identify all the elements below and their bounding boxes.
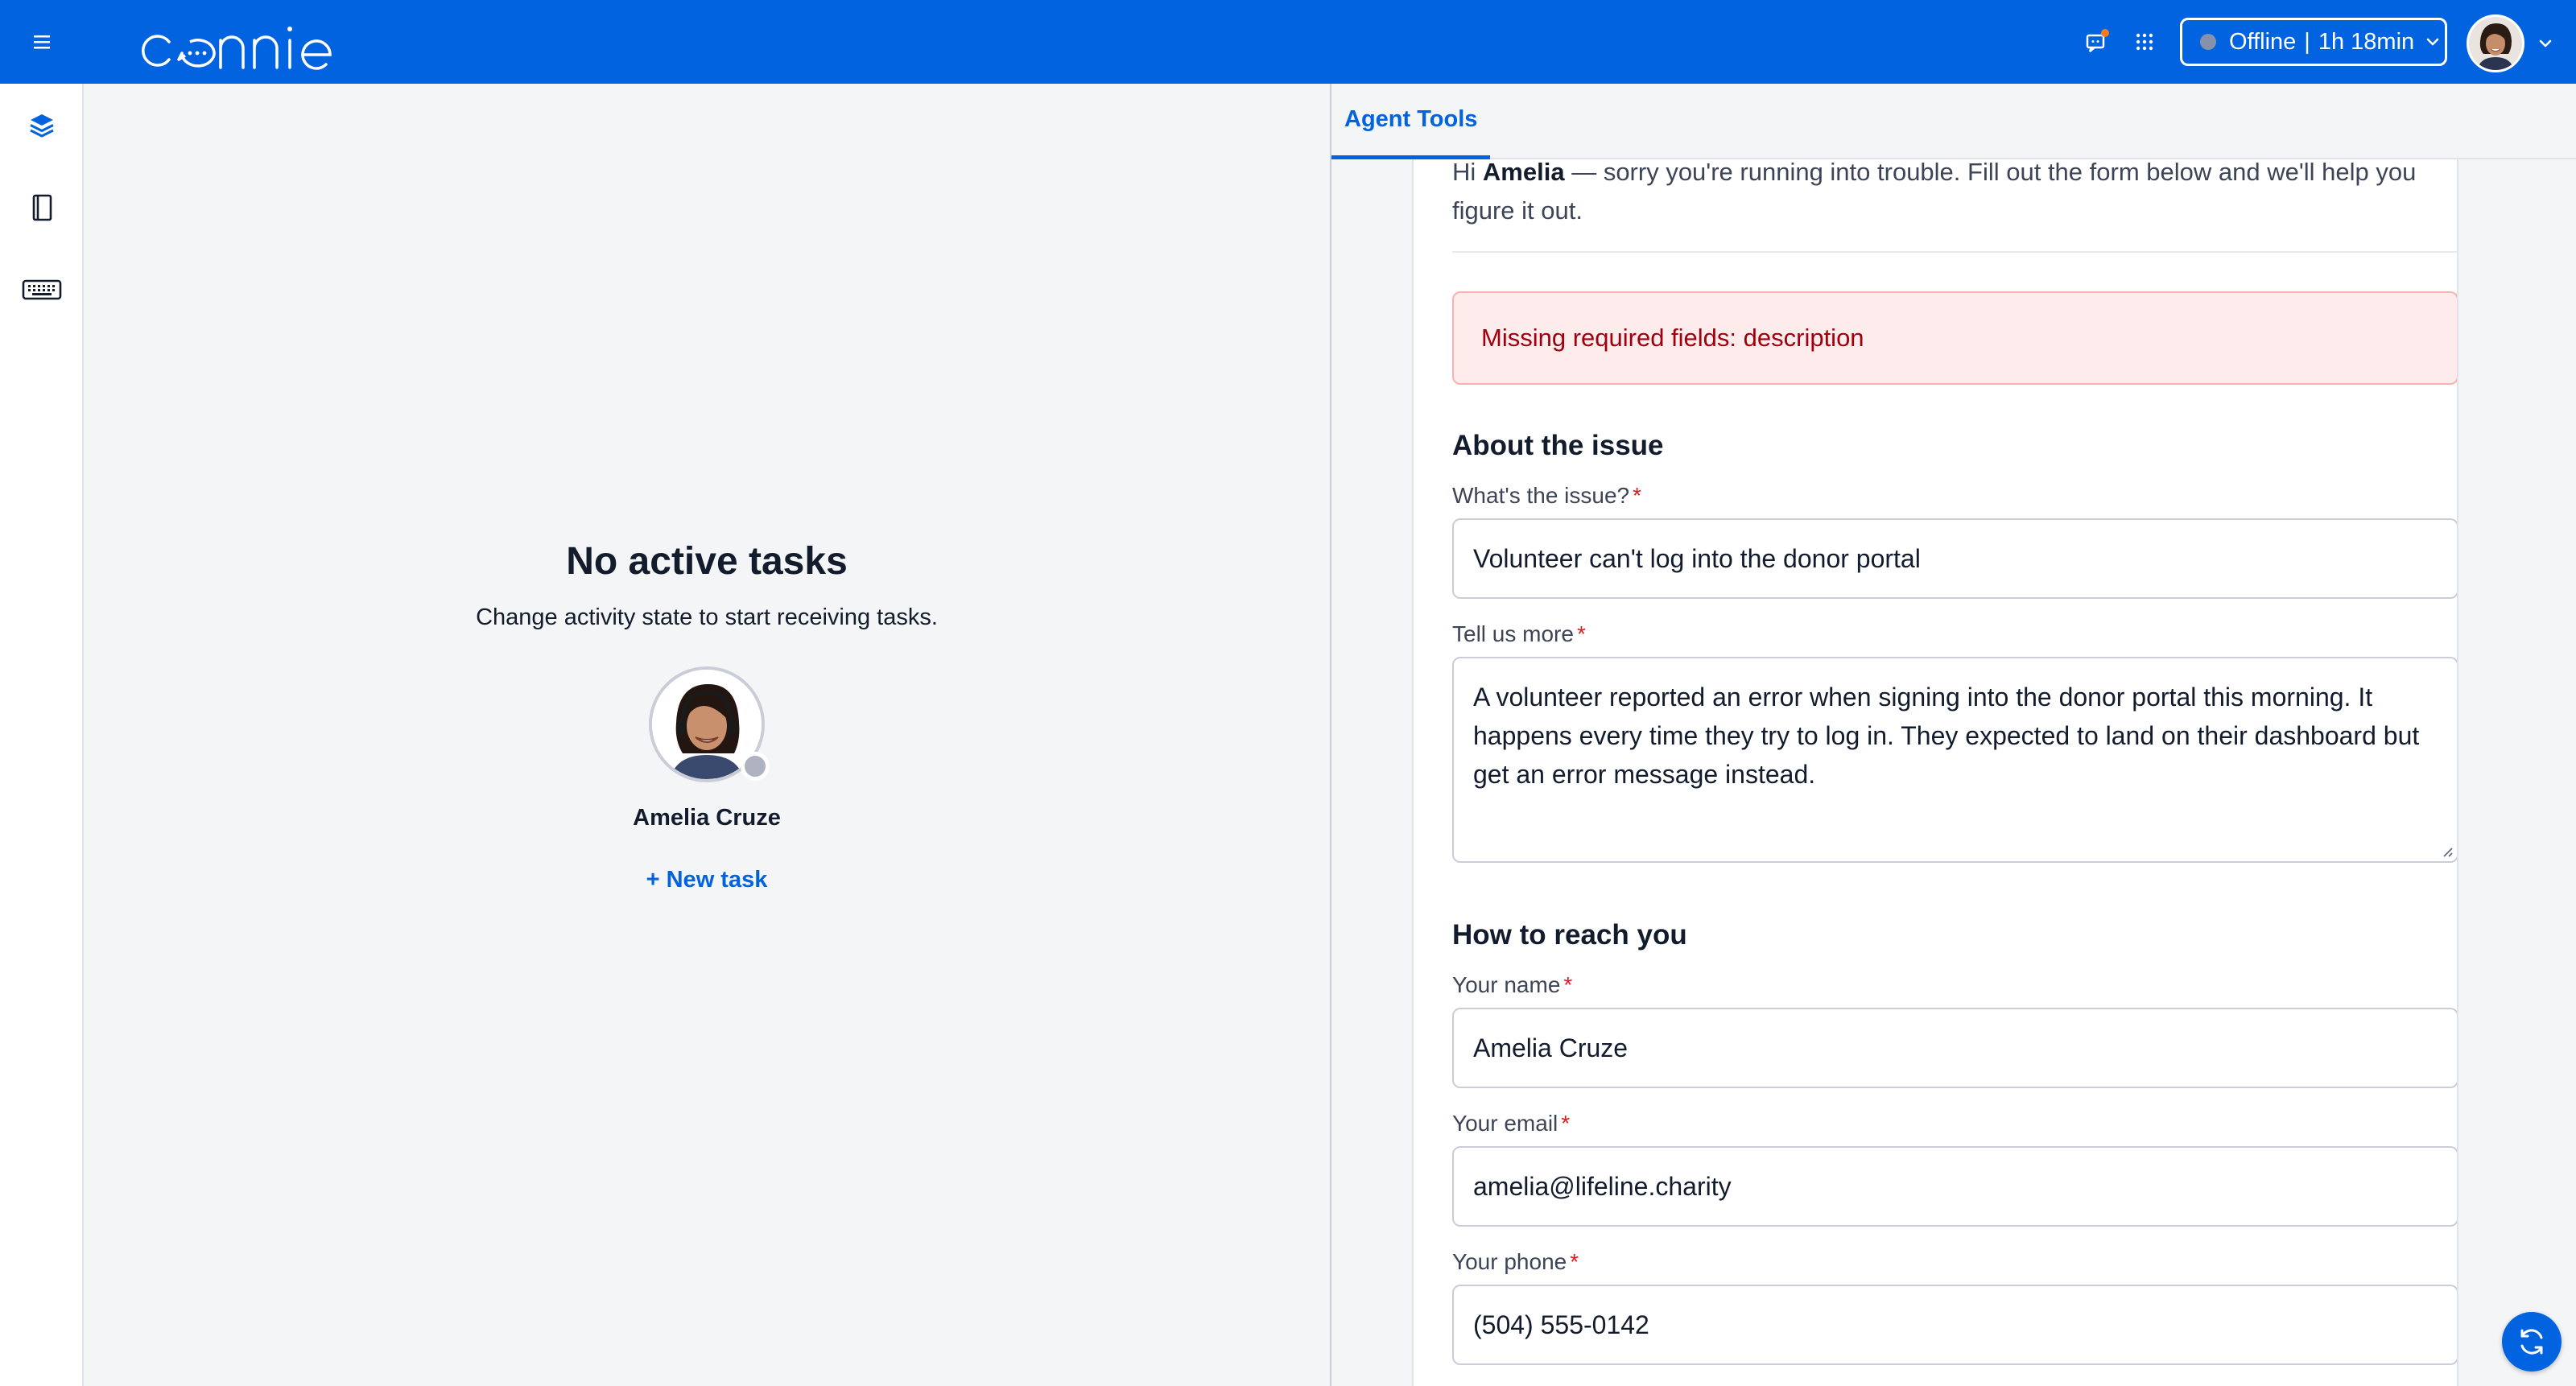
activity-status-button[interactable]: Offline | 1h 18min xyxy=(2180,18,2447,66)
description-text: A volunteer reported an error when signi… xyxy=(1473,683,2420,789)
chevron-down-icon[interactable] xyxy=(2536,34,2555,53)
new-task-button[interactable]: + New task xyxy=(646,867,768,893)
required-mark: * xyxy=(1570,1249,1579,1274)
agent-status-dot xyxy=(741,752,770,781)
required-mark: * xyxy=(1561,1111,1571,1136)
keyboard-icon xyxy=(22,279,62,300)
notifications-icon[interactable] xyxy=(2077,23,2116,61)
chevron-down-icon xyxy=(2426,38,2439,46)
agent-tools-panel: Agent Tools Hi Amelia — sorry you're run… xyxy=(1331,84,2576,1386)
agent-name: Amelia Cruze xyxy=(633,805,781,831)
layers-icon xyxy=(30,114,54,138)
resize-handle-icon[interactable] xyxy=(2439,844,2454,858)
phone-label: Your phone * xyxy=(1452,1249,1579,1274)
refresh-icon xyxy=(2520,1329,2543,1355)
agent-avatar-wrap xyxy=(649,666,770,782)
name-label: Your name * xyxy=(1452,972,1573,997)
empty-title: No active tasks xyxy=(566,540,848,583)
nav-tasks[interactable] xyxy=(21,105,63,146)
nav-directory[interactable] xyxy=(21,187,63,229)
more-label: Tell us more * xyxy=(1452,621,1586,646)
user-avatar[interactable] xyxy=(2467,14,2524,72)
section-about-issue: About the issue xyxy=(1452,430,1664,461)
required-mark: * xyxy=(1576,621,1586,646)
error-alert: Missing required fields: description xyxy=(1452,291,2457,385)
intro-text: Hi Amelia — sorry you're running into tr… xyxy=(1452,159,2457,253)
name-input[interactable]: Amelia Cruze xyxy=(1452,1008,2457,1088)
status-label: Offline xyxy=(2229,28,2297,55)
nav-shortcuts[interactable] xyxy=(21,269,63,311)
email-label: Your email * xyxy=(1452,1111,1571,1136)
notebook-icon xyxy=(32,194,52,221)
issue-input[interactable]: Volunteer can't log into the donor porta… xyxy=(1452,518,2457,599)
required-mark: * xyxy=(1563,972,1573,997)
connie-logo xyxy=(142,27,332,70)
menu-icon[interactable] xyxy=(29,29,55,55)
intro-name: Amelia xyxy=(1482,159,1565,186)
refresh-button[interactable] xyxy=(2502,1312,2562,1372)
apps-grid-icon[interactable] xyxy=(2125,23,2164,61)
support-form-card: Hi Amelia — sorry you're running into tr… xyxy=(1412,159,2458,1386)
support-form: Hi Amelia — sorry you're running into tr… xyxy=(1452,159,2457,1365)
empty-state: No active tasks Change activity state to… xyxy=(84,539,1330,893)
section-how-to-reach: How to reach you xyxy=(1452,919,1687,951)
status-dot-icon xyxy=(2200,34,2216,50)
status-separator: | xyxy=(2304,28,2310,55)
required-mark: * xyxy=(1633,483,1642,508)
email-input[interactable]: amelia@lifeline.charity xyxy=(1452,1146,2457,1227)
tab-bar: Agent Tools xyxy=(1331,84,2576,159)
task-list-panel: No active tasks Change activity state to… xyxy=(84,84,1331,1386)
top-bar: Offline | 1h 18min xyxy=(0,0,2576,84)
side-navigation xyxy=(0,84,84,1386)
description-textarea[interactable]: A volunteer reported an error when signi… xyxy=(1452,657,2457,863)
status-time: 1h 18min xyxy=(2318,28,2415,55)
empty-subtitle: Change activity state to start receiving… xyxy=(476,604,938,630)
issue-label: What's the issue? * xyxy=(1452,483,1642,508)
tab-agent-tools[interactable]: Agent Tools xyxy=(1331,84,1491,159)
phone-input[interactable]: (504) 555-0142 xyxy=(1452,1285,2457,1365)
